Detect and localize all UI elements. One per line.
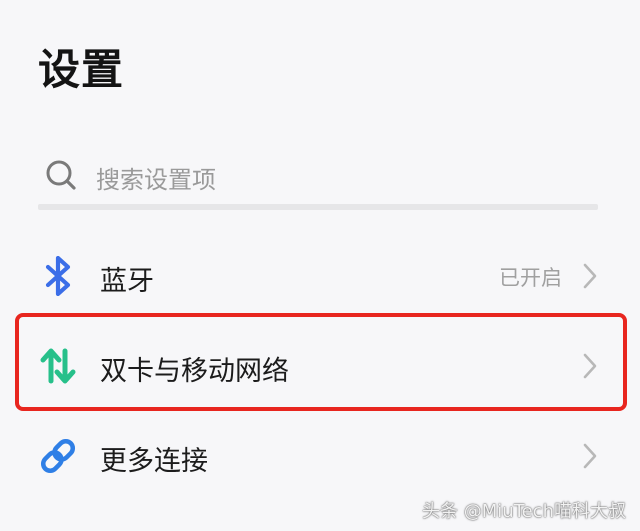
bluetooth-status: 已开启 [499, 266, 562, 290]
page-title: 设置 [38, 45, 125, 94]
chevron-right-icon [583, 353, 597, 379]
link-icon [38, 434, 78, 478]
watermark: 头条 @MiuTech喵科大叔 [422, 501, 626, 522]
search-icon [46, 160, 76, 190]
search-divider [38, 204, 598, 210]
bluetooth-icon [38, 254, 78, 298]
settings-row-more-connections[interactable]: 更多连接 [38, 416, 606, 496]
more-connections-label: 更多连接 [100, 446, 208, 477]
search-input-placeholder: 搜索设置项 [96, 166, 216, 194]
bluetooth-label: 蓝牙 [100, 266, 154, 297]
search-bar[interactable]: 搜索设置项 [38, 138, 598, 210]
settings-row-bluetooth[interactable]: 蓝牙 已开启 [38, 236, 606, 316]
mobile-network-icon [38, 344, 78, 388]
chevron-right-icon [583, 443, 597, 469]
chevron-right-icon [583, 263, 597, 289]
dual-sim-mobile-network-label: 双卡与移动网络 [100, 356, 289, 387]
settings-row-dual-sim-mobile-network[interactable]: 双卡与移动网络 [38, 326, 606, 406]
